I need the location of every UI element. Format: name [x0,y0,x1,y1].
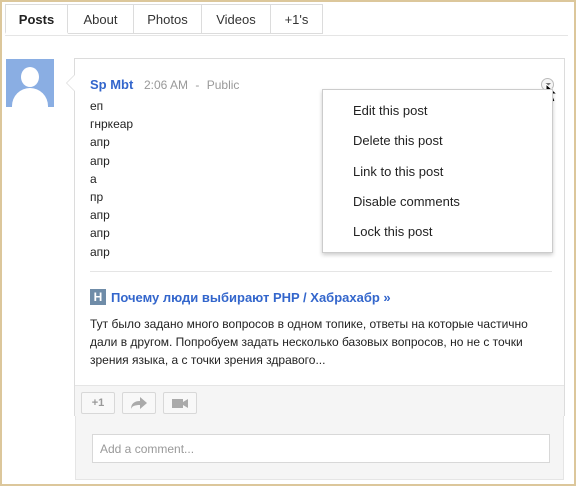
menu-item-edit[interactable]: Edit this post [353,103,427,118]
post-line: пр [90,189,104,204]
post-line: а [90,171,97,186]
post-line: апр [90,226,110,241]
avatar-head-shape [21,67,39,87]
post-line: гнркеар [90,117,134,132]
menu-item-lock[interactable]: Lock this post [353,224,433,239]
avatar-body-shape [12,88,48,107]
post-meta: 2:06 AM - Public [144,78,243,92]
post-options-menu: Edit this post Delete this post Link to … [322,89,553,253]
post-line: апр [90,135,110,150]
menu-item-disable-comments[interactable]: Disable comments [353,194,460,209]
tab-posts[interactable]: Posts [5,4,68,34]
tab-videos[interactable]: Videos [202,4,271,34]
post-card-pointer-inner [67,75,75,91]
tab-plus-ones[interactable]: +1's [271,4,323,34]
profile-tabs: Posts About Photos Videos +1's [5,4,323,35]
post-visibility[interactable]: Public [207,78,240,92]
tab-photos[interactable]: Photos [134,4,202,34]
avatar[interactable] [6,59,54,107]
share-arrow-icon [131,397,147,409]
post-body: еп гнркеар апр апр а пр апр апр апр [90,97,133,261]
share-button[interactable] [122,392,156,414]
post-divider [90,271,552,272]
link-preview-snippet: Тут было задано много вопросов в одном т… [90,317,528,368]
menu-item-delete[interactable]: Delete this post [353,133,443,148]
post-line: еп [90,99,104,113]
tabs-divider [5,35,568,36]
meta-separator: - [195,78,200,92]
tab-about[interactable]: About [68,4,134,34]
post-author[interactable]: Sp Mbt [90,77,133,92]
hangout-button[interactable] [163,392,197,414]
post-line: апр [90,244,110,259]
plus-one-button[interactable]: +1 [81,392,115,414]
post-time[interactable]: 2:06 AM [144,78,188,92]
post-line: апр [90,208,110,223]
video-camera-icon [172,399,188,408]
link-preview-title[interactable]: Почему люди выбирают PHP / Хабрахабр » [111,290,391,305]
menu-item-link[interactable]: Link to this post [353,164,443,179]
habrahabr-favicon-icon: H [90,289,106,305]
comment-input[interactable] [92,434,550,463]
post-line: апр [90,153,110,168]
link-preview-header: H Почему люди выбирают PHP / Хабрахабр » [90,289,391,305]
